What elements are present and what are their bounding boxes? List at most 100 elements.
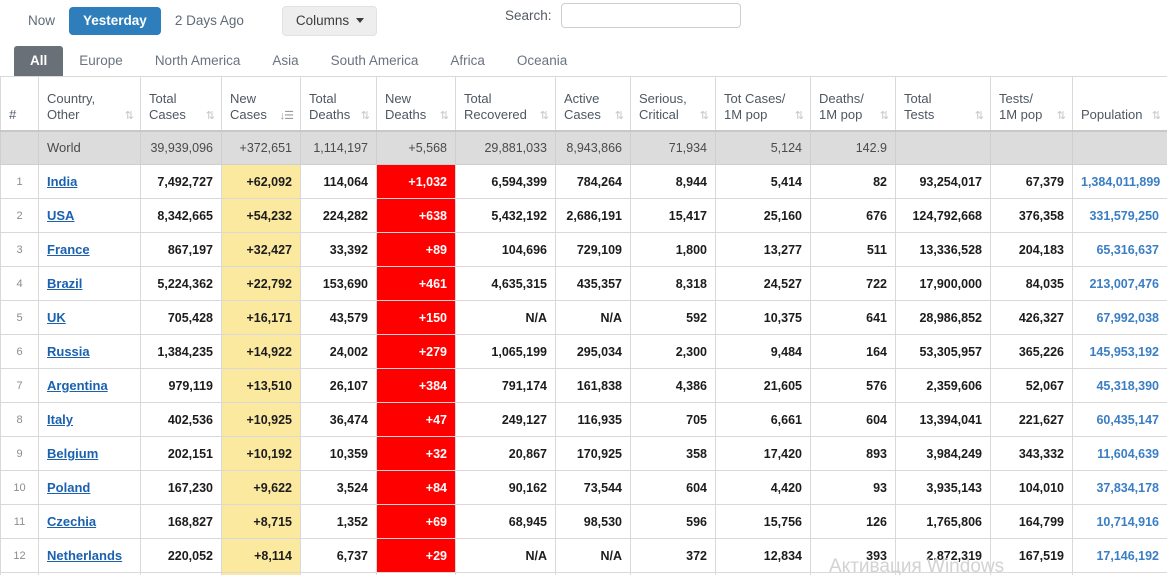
cell-country[interactable]: India <box>38 164 141 199</box>
tab-south-america[interactable]: South America <box>315 46 435 76</box>
sort-icon[interactable]: ⇅ <box>540 110 549 122</box>
cell-population: 37,834,178 <box>1072 470 1167 505</box>
cell-population: 11,604,639 <box>1072 436 1167 471</box>
cell-total_deaths: 1,352 <box>300 504 377 539</box>
column-header-new_cases[interactable]: New Cases ↓☰ <box>221 76 301 132</box>
cell-total_tests: 1,765,806 <box>895 504 991 539</box>
cell-total_cases: 39,939,096 <box>140 130 222 165</box>
cell-country[interactable]: Brazil <box>38 266 141 301</box>
cell-country[interactable]: Netherlands <box>38 538 141 573</box>
tab-africa[interactable]: Africa <box>434 46 501 76</box>
cell-idx: 10 <box>0 470 39 505</box>
cell-cases_per_1m: 13,277 <box>715 232 811 267</box>
sort-icon[interactable]: ⇅ <box>125 110 134 122</box>
sort-icon[interactable]: ⇅ <box>1152 110 1161 122</box>
sort-icon[interactable]: ⇅ <box>206 110 215 122</box>
column-header-label-line1: Total <box>149 90 177 106</box>
country-link[interactable]: UK <box>47 310 66 325</box>
time-range-now[interactable]: Now <box>14 7 69 35</box>
cell-deaths_per_1m: 576 <box>810 368 896 403</box>
cell-total_deaths: 153,690 <box>300 266 377 301</box>
cell-total_tests: 2,359,606 <box>895 368 991 403</box>
cell-country[interactable]: Italy <box>38 402 141 437</box>
cell-country[interactable]: Belgium <box>38 436 141 471</box>
sort-icon[interactable]: ⇅ <box>975 110 984 122</box>
sort-icon[interactable]: ⇅ <box>880 110 889 122</box>
cell-total_deaths: 26,107 <box>300 368 377 403</box>
cell-cases_per_1m: 12,834 <box>715 538 811 573</box>
column-header-label-line1: Total <box>464 90 492 106</box>
column-header-population[interactable]: Population ⇅ <box>1072 76 1167 132</box>
column-header-new_deaths[interactable]: New Deaths ⇅ <box>376 76 456 132</box>
cell-country[interactable]: Poland <box>38 470 141 505</box>
column-header-total_deaths[interactable]: Total Deaths ⇅ <box>300 76 377 132</box>
column-header-total_tests[interactable]: Total Tests ⇅ <box>895 76 991 132</box>
columns-button-label: Columns <box>295 12 350 28</box>
sort-active-icon[interactable]: ↓☰ <box>280 110 294 122</box>
tab-asia[interactable]: Asia <box>256 46 314 76</box>
cell-tests_per_1m: 221,627 <box>990 402 1073 437</box>
column-header-serious_critical[interactable]: Serious, Critical ⇅ <box>630 76 716 132</box>
cell-country: World <box>38 130 141 165</box>
cell-country[interactable]: UK <box>38 300 141 335</box>
tab-europe[interactable]: Europe <box>63 46 139 76</box>
cell-total_tests: 2,872,319 <box>895 538 991 573</box>
tab-north-america[interactable]: North America <box>139 46 257 76</box>
cell-cases_per_1m: 15,756 <box>715 504 811 539</box>
column-header-tests_per_1m[interactable]: Tests/1M pop ⇅ <box>990 76 1073 132</box>
country-link[interactable]: Belgium <box>47 446 98 461</box>
cell-country[interactable]: USA <box>38 198 141 233</box>
sort-icon[interactable]: ⇅ <box>700 110 709 122</box>
sort-icon[interactable]: ⇅ <box>361 110 370 122</box>
columns-button[interactable]: Columns <box>281 5 378 36</box>
column-header-label-line2: Cases <box>564 106 601 122</box>
column-header-label-line1: Population <box>1081 106 1143 122</box>
cell-serious_critical: 8,944 <box>630 164 716 199</box>
sort-icon[interactable]: ⇅ <box>440 110 449 122</box>
cell-new_cases: +32,427 <box>221 232 301 267</box>
cell-cases_per_1m: 5,124 <box>715 130 811 165</box>
cell-population: 1,384,011,899 <box>1072 164 1167 199</box>
country-link[interactable]: Italy <box>47 412 73 427</box>
table-row: 1 India 7,492,727 +62,092 114,064 +1,032 6,594… <box>0 164 1167 199</box>
time-range-2-days-ago[interactable]: 2 Days Ago <box>161 7 258 35</box>
country-link[interactable]: France <box>47 242 90 257</box>
column-header-country[interactable]: Country, Other ⇅ <box>38 76 141 132</box>
country-link[interactable]: Brazil <box>47 276 82 291</box>
cell-new_cases: +9,622 <box>221 470 301 505</box>
cell-country[interactable]: France <box>38 232 141 267</box>
country-link[interactable]: Netherlands <box>47 548 122 563</box>
search-input[interactable] <box>560 3 741 28</box>
time-range-yesterday[interactable]: Yesterday <box>69 6 161 35</box>
cell-country[interactable]: Czechia <box>38 504 141 539</box>
country-link[interactable]: Czechia <box>47 514 96 529</box>
column-header-total_cases[interactable]: Total Cases ⇅ <box>140 76 222 132</box>
cell-new_deaths: +279 <box>376 334 456 369</box>
cell-country[interactable]: Russia <box>38 334 141 369</box>
sort-icon[interactable]: ⇅ <box>615 110 624 122</box>
country-link[interactable]: Poland <box>47 480 90 495</box>
column-header-total_recovered[interactable]: Total Recovered ⇅ <box>455 76 556 132</box>
cell-country[interactable]: Argentina <box>38 368 141 403</box>
cell-total_recovered: N/A <box>455 538 556 573</box>
sort-icon[interactable]: ⇅ <box>795 110 804 122</box>
cell-total_deaths: 114,064 <box>300 164 377 199</box>
column-header-deaths_per_1m[interactable]: Deaths/1M pop ⇅ <box>810 76 896 132</box>
tab-all[interactable]: All <box>14 46 64 76</box>
country-link[interactable]: USA <box>47 208 74 223</box>
table-scroll-area[interactable]: # Country, Other ⇅ Total Cases ⇅ New Cases ↓☰ Tota… <box>0 76 1167 575</box>
column-header-label-line2: Recovered <box>464 106 527 122</box>
country-link[interactable]: India <box>47 174 77 189</box>
cell-total_cases: 7,492,727 <box>140 164 222 199</box>
cell-serious_critical: 705 <box>630 402 716 437</box>
time-range-buttons: Now Yesterday 2 Days Ago <box>14 6 258 35</box>
sort-icon[interactable]: ⇅ <box>1057 110 1066 122</box>
cell-total_deaths: 36,474 <box>300 402 377 437</box>
country-link[interactable]: Russia <box>47 344 90 359</box>
country-link[interactable]: Argentina <box>47 378 108 393</box>
cell-active_cases: 8,943,866 <box>555 130 631 165</box>
tab-oceania[interactable]: Oceania <box>501 46 583 76</box>
cell-new_deaths: +84 <box>376 470 456 505</box>
column-header-active_cases[interactable]: Active Cases ⇅ <box>555 76 631 132</box>
column-header-cases_per_1m[interactable]: Tot Cases/1M pop ⇅ <box>715 76 811 132</box>
